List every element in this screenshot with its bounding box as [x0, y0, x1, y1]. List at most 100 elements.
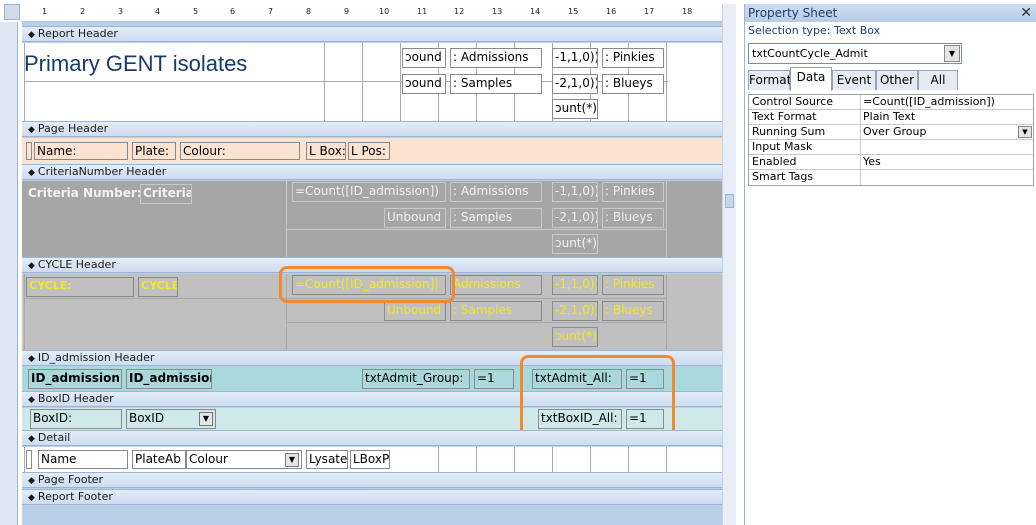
property-row[interactable]: Input Mask [749, 140, 1033, 155]
label-id-admission[interactable]: ID_admission: [28, 369, 122, 389]
report-header-area[interactable]: Primary GENT isolates ɔound : Admissions… [22, 43, 722, 121]
label[interactable]: Admissions [450, 275, 542, 295]
property-row[interactable]: Smart Tags [749, 170, 1033, 185]
textbox-lbox[interactable]: LBoxP [350, 450, 390, 469]
label-criteria-number[interactable]: Criteria Number: [28, 186, 142, 200]
label-admit-group[interactable]: txtAdmit_Group: [362, 369, 470, 389]
label[interactable]: : Samples [450, 208, 542, 228]
textbox[interactable]: -2,1,0)) [552, 301, 598, 321]
tab-event[interactable]: Event [832, 70, 876, 90]
object-selector[interactable]: txtCountCycle_Admit ▼ [748, 43, 962, 64]
label[interactable]: : Samples [450, 74, 542, 94]
spacer-box[interactable] [26, 142, 32, 160]
textbox-admit-group[interactable]: =1 [474, 369, 514, 389]
property-value-dropdown[interactable]: Over Group ▼ [861, 125, 1033, 139]
label-plate[interactable]: Plate: [132, 142, 176, 160]
property-value[interactable]: Plain Text [861, 110, 1033, 124]
ruler-corner[interactable] [4, 4, 20, 20]
property-value[interactable] [861, 140, 1033, 154]
vertical-ruler[interactable] [0, 22, 18, 525]
textbox[interactable]: ɔound [402, 74, 446, 94]
textbox-id-admission[interactable]: ID_admission [126, 369, 212, 389]
label[interactable]: : Admissions [450, 48, 542, 68]
horizontal-ruler[interactable]: 1 2 3 4 5 6 7 8 9 10 11 12 13 14 15 16 1… [22, 4, 722, 22]
section-page-header[interactable]: ◆ Page Header [22, 121, 722, 137]
tab-other[interactable]: Other [876, 70, 918, 90]
close-icon[interactable]: ✕ [1020, 5, 1032, 21]
property-value[interactable]: Yes [861, 155, 1033, 169]
section-label: CriteriaNumber Header [37, 165, 167, 178]
textbox-count[interactable]: =Count([ID_admission]) [292, 182, 446, 202]
spacer-box[interactable] [26, 450, 32, 469]
textbox[interactable]: ɔunt(*) [552, 327, 598, 347]
section-detail[interactable]: ◆ Detail [22, 430, 722, 446]
vertical-scrollbar[interactable] [722, 4, 736, 525]
chevron-down-icon[interactable]: ▼ [285, 453, 299, 467]
label-lpos[interactable]: L Pos: [348, 142, 390, 160]
tab-data[interactable]: Data [790, 67, 832, 91]
textbox[interactable]: -1,1,0)) [552, 182, 598, 202]
textbox-lysate[interactable]: Lysate [306, 450, 348, 469]
textbox-unbound[interactable]: Unbound [384, 208, 446, 228]
textbox-name[interactable]: Name [38, 450, 128, 469]
ruler-mark: 15 [568, 7, 579, 16]
section-glyph-icon: ◆ [28, 354, 35, 364]
ruler-mark: 4 [155, 7, 161, 16]
scrollbar-thumb[interactable] [725, 194, 734, 208]
chevron-down-icon[interactable]: ▼ [199, 412, 213, 426]
access-report-design-window: 1 2 3 4 5 6 7 8 9 10 11 12 13 14 15 16 1… [0, 0, 1036, 525]
label-boxid[interactable]: BoxID: [30, 409, 122, 429]
tab-all[interactable]: All [918, 70, 958, 90]
report-title[interactable]: Primary GENT isolates [24, 51, 247, 77]
property-row[interactable]: Control Source =Count([ID_admission]) [749, 95, 1033, 110]
textbox[interactable]: -2,1,0)) [552, 208, 598, 228]
label[interactable]: : Blueys [602, 301, 664, 321]
textbox[interactable]: ɔunt(*) [552, 234, 598, 254]
tab-format[interactable]: Format [748, 70, 791, 90]
label[interactable]: : Admissions [450, 182, 542, 202]
textbox[interactable]: -1,1,0)) [552, 275, 598, 295]
ruler-mark: 14 [530, 7, 541, 16]
label[interactable]: : Pinkies [602, 48, 664, 68]
textbox-unbound[interactable]: Unbound [384, 301, 446, 321]
label[interactable]: : Blueys [602, 208, 664, 228]
ruler-mark: 6 [230, 7, 236, 16]
section-report-header[interactable]: ◆ Report Header [22, 26, 722, 42]
label[interactable]: : Samples [450, 301, 542, 321]
textbox[interactable]: -1,1,0)) [552, 48, 598, 68]
section-glyph-icon: ◆ [28, 261, 35, 271]
ruler-mark: 5 [193, 7, 199, 16]
combo-value: Colour [189, 452, 228, 466]
ruler-mark: 18 [682, 7, 693, 16]
ruler-mark: 2 [80, 7, 86, 16]
detail-area[interactable]: Name PlateAb Colour ▼ Lysate LBoxP [22, 447, 722, 472]
chevron-down-icon[interactable]: ▼ [1018, 126, 1032, 138]
combo-colour[interactable]: Colour ▼ [186, 450, 302, 469]
textbox-plate[interactable]: PlateAb [132, 450, 186, 469]
textbox-cycle[interactable]: CYCLE [138, 277, 178, 297]
label-cycle[interactable]: CYCLE: [26, 277, 134, 297]
label[interactable]: : Pinkies [602, 182, 664, 202]
property-value[interactable] [861, 170, 1033, 185]
textbox-criteria[interactable]: Criterial [140, 184, 192, 204]
section-page-footer[interactable]: ◆ Page Footer [22, 472, 722, 488]
label-lbox[interactable]: L Box: [306, 142, 346, 160]
chevron-down-icon[interactable]: ▼ [944, 45, 960, 62]
label-colour[interactable]: Colour: [180, 142, 300, 160]
label-name[interactable]: Name: [34, 142, 128, 160]
criteria-header-area[interactable]: Criteria Number: Criterial =Count([ID_ad… [22, 181, 722, 257]
property-value[interactable]: =Count([ID_admission]) [861, 95, 1033, 109]
section-criteria-header[interactable]: ◆ CriteriaNumber Header [22, 164, 722, 180]
page-header-area[interactable]: Name: Plate: Colour: L Box: L Pos: [22, 138, 722, 164]
ruler-mark: 17 [644, 7, 655, 16]
textbox[interactable]: -2,1,0)) [552, 74, 598, 94]
label[interactable]: : Blueys [602, 74, 664, 94]
section-report-footer[interactable]: ◆ Report Footer [22, 489, 722, 505]
textbox[interactable]: ɔound [402, 48, 446, 68]
property-row[interactable]: Enabled Yes [749, 155, 1033, 170]
property-row[interactable]: Text Format Plain Text [749, 110, 1033, 125]
combo-boxid[interactable]: BoxID ▼ [126, 409, 216, 429]
textbox[interactable]: ɔunt(*) [552, 99, 598, 119]
property-row[interactable]: Running Sum Over Group ▼ [749, 125, 1033, 140]
label[interactable]: : Pinkies [602, 275, 664, 295]
